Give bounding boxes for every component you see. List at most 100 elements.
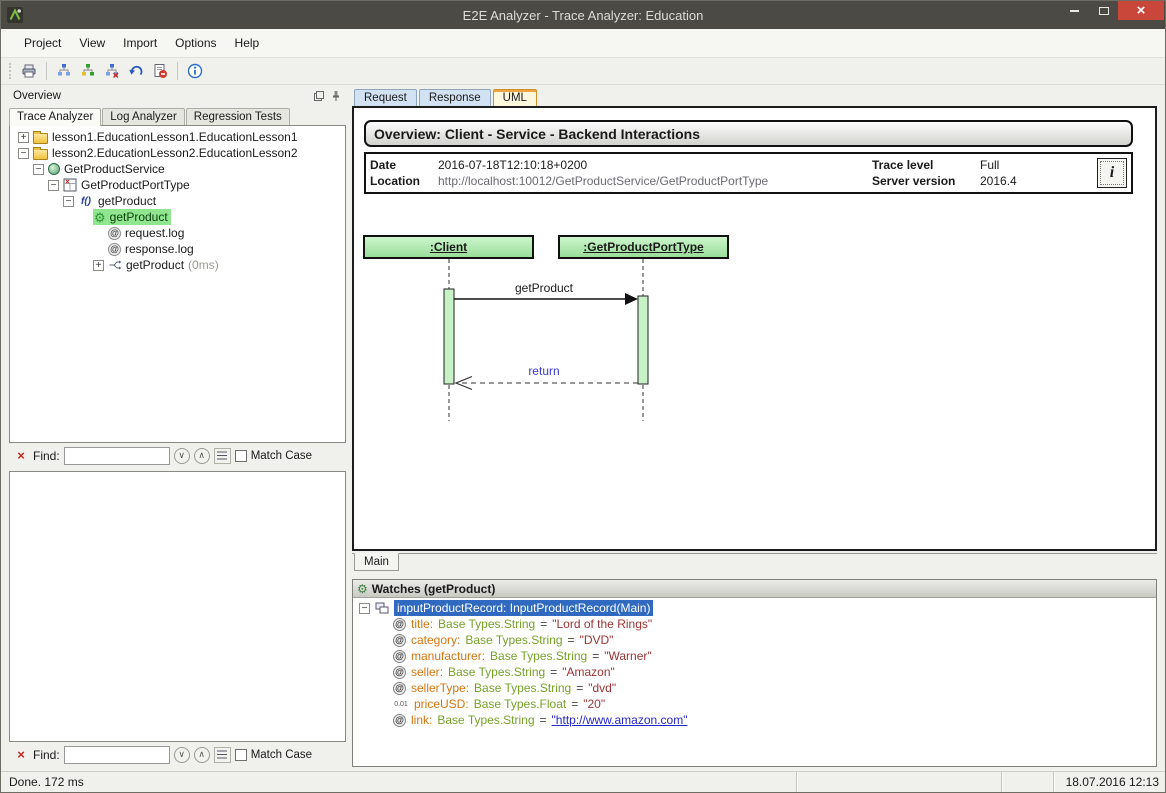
status-datetime: 18.07.2016 12:13 (1053, 772, 1165, 792)
expand-icon[interactable]: + (18, 132, 29, 143)
status-section (796, 772, 1001, 792)
watch-item-sellertype[interactable]: @ sellerType: Base Types.String = "dvd" (353, 680, 1156, 696)
tab-log-analyzer[interactable]: Log Analyzer (102, 108, 185, 125)
find-input[interactable] (64, 746, 170, 764)
expand-icon[interactable]: + (93, 260, 104, 271)
info-icon (187, 63, 203, 79)
find-options-icon[interactable] (214, 747, 231, 763)
tree-item-label: lesson1.EducationLesson1.EducationLesson… (52, 130, 298, 144)
collapse-icon[interactable]: − (33, 164, 44, 175)
trace-call-icon (108, 258, 122, 272)
pin-icon[interactable] (329, 90, 343, 102)
find-prev-icon[interactable]: ∧ (194, 747, 210, 763)
watches-gear-icon: ⚙ (357, 582, 368, 596)
service-icon (48, 163, 60, 175)
tree-structure-remove-icon (104, 63, 120, 79)
maximize-icon (1099, 7, 1109, 15)
menu-import[interactable]: Import (114, 32, 166, 54)
maximize-button[interactable] (1089, 1, 1118, 20)
collapse-icon[interactable]: − (359, 603, 370, 614)
string-type-icon: @ (393, 682, 406, 695)
expand-structure-button[interactable] (53, 60, 75, 82)
location-value: http://localhost:10012/GetProductService… (438, 173, 768, 189)
selected-tree-item[interactable]: ⚙ getProduct (93, 209, 171, 225)
find-next-icon[interactable]: ∨ (174, 448, 190, 464)
collapse-structure-button[interactable] (101, 60, 123, 82)
remove-log-button[interactable] (149, 60, 171, 82)
menu-options[interactable]: Options (166, 32, 225, 54)
tab-trace-analyzer[interactable]: Trace Analyzer (9, 108, 101, 126)
overview-panel-title: Overview (13, 90, 312, 102)
tree-item-label: getProduct (126, 258, 184, 272)
tree-item-lesson2[interactable]: − lesson2.EducationLesson2.EducationLess… (10, 145, 345, 161)
match-case-checkbox[interactable] (235, 450, 247, 462)
tree-item-label: request.log (125, 226, 184, 240)
lifeline-porttype[interactable]: :GetProductPortType (558, 235, 729, 259)
tree-item-getproduct-call[interactable]: + getProduct (0ms) (10, 257, 345, 273)
watch-root-item[interactable]: − inputProductRecord: InputProductRecord… (353, 600, 1156, 616)
watches-tree: − inputProductRecord: InputProductRecord… (353, 598, 1156, 766)
tab-response[interactable]: Response (419, 89, 491, 106)
tree-item-porttype[interactable]: − GetProductPortType (10, 177, 345, 193)
find-clear-icon[interactable]: × (13, 747, 29, 762)
uml-overview-title: Overview: Client - Service - Backend Int… (364, 120, 1133, 147)
statusbar: Done. 172 ms 18.07.2016 12:13 (1, 771, 1165, 792)
float-window-icon[interactable] (312, 90, 326, 102)
watch-item-seller[interactable]: @ seller: Base Types.String = "Amazon" (353, 664, 1156, 680)
tree-item-request-log[interactable]: @ request.log (10, 225, 345, 241)
watch-item-priceusd[interactable]: 0.01 priceUSD: Base Types.Float = "20" (353, 696, 1156, 712)
watch-item-category[interactable]: @ category: Base Types.String = "DVD" (353, 632, 1156, 648)
tree-item-lesson1[interactable]: + lesson1.EducationLesson1.EducationLess… (10, 129, 345, 145)
undo-button[interactable] (125, 60, 147, 82)
toolbar-separator (177, 62, 178, 80)
detail-tab-strip: Request Response UML (352, 87, 1157, 106)
tab-main[interactable]: Main (354, 553, 399, 571)
find-clear-icon[interactable]: × (13, 448, 29, 463)
tab-request[interactable]: Request (354, 89, 417, 106)
minimize-icon (1070, 10, 1079, 12)
tree-item-service[interactable]: − GetProductService (10, 161, 345, 177)
watch-link-value[interactable]: "http://www.amazon.com" (552, 713, 688, 727)
main-area: Overview Trace Analyzer Log Analyzer Reg… (1, 85, 1165, 771)
tree-item-function[interactable]: − f() getProduct (10, 193, 345, 209)
collapse-icon[interactable]: − (48, 180, 59, 191)
info-button[interactable]: i (1097, 158, 1127, 188)
print-button[interactable] (18, 60, 40, 82)
overview-panel-header: Overview (9, 87, 346, 104)
tree-item-getproduct-selected[interactable]: ⚙ getProduct (10, 209, 345, 225)
collapse-icon[interactable]: − (18, 148, 29, 159)
match-case-checkbox[interactable] (235, 749, 247, 761)
secondary-panel (9, 471, 346, 742)
folder-icon (33, 133, 48, 144)
printer-icon (21, 63, 37, 79)
float-type-icon: 0.01 (393, 701, 409, 708)
porttype-icon (63, 178, 77, 192)
find-options-icon[interactable] (214, 448, 231, 464)
watch-item-link[interactable]: @ link: Base Types.String = "http://www.… (353, 712, 1156, 728)
import-structure-button[interactable] (77, 60, 99, 82)
server-version-value: 2016.4 (980, 173, 1017, 189)
find-next-icon[interactable]: ∨ (174, 747, 190, 763)
tree-item-label: getProduct (110, 210, 168, 224)
tree-item-response-log[interactable]: @ response.log (10, 241, 345, 257)
status-message: Done. 172 ms (1, 775, 796, 789)
close-button[interactable]: × (1118, 1, 1164, 20)
trace-tree: + lesson1.EducationLesson1.EducationLess… (9, 125, 346, 443)
menu-view[interactable]: View (70, 32, 114, 54)
about-button[interactable] (184, 60, 206, 82)
menu-help[interactable]: Help (226, 32, 269, 54)
list-icon (217, 750, 227, 759)
watch-item-manufacturer[interactable]: @ manufacturer: Base Types.String = "War… (353, 648, 1156, 664)
tab-uml[interactable]: UML (493, 89, 537, 106)
watch-item-title[interactable]: @ title: Base Types.String = "Lord of th… (353, 616, 1156, 632)
menu-project[interactable]: Project (15, 32, 70, 54)
collapse-icon[interactable]: − (63, 196, 74, 207)
record-icon (375, 601, 389, 615)
tab-regression-tests[interactable]: Regression Tests (186, 108, 290, 125)
lifeline-client[interactable]: :Client (363, 235, 534, 259)
find-input[interactable] (64, 447, 170, 465)
list-icon (217, 451, 227, 460)
minimize-button[interactable] (1060, 1, 1089, 20)
find-prev-icon[interactable]: ∧ (194, 448, 210, 464)
document-remove-icon (152, 63, 168, 79)
